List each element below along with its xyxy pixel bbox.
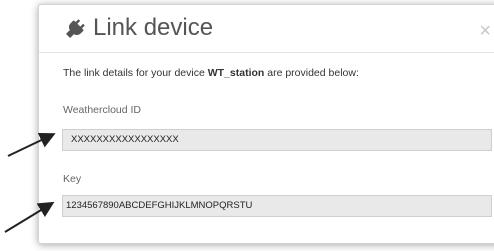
weathercloud-id-label: Weathercloud ID bbox=[63, 104, 142, 116]
dialog-title: Link device bbox=[93, 14, 214, 41]
key-label: Key bbox=[63, 173, 82, 185]
plug-icon bbox=[66, 19, 85, 38]
device-name: WT_station bbox=[207, 67, 265, 79]
intro-suffix: are provided below: bbox=[264, 67, 359, 79]
weathercloud-id-field[interactable]: XXXXXXXXXXXXXXXXX bbox=[62, 129, 492, 151]
intro-prefix: The link details for your device bbox=[63, 67, 208, 79]
close-icon[interactable]: × bbox=[479, 21, 491, 41]
screenshot-stage: Link device × The link details for your … bbox=[0, 0, 494, 251]
dialog-header: Link device × bbox=[39, 5, 494, 53]
key-field[interactable]: 1234567890ABCDEFGHIJKLMNOPQRSTU bbox=[62, 195, 492, 217]
link-device-dialog: Link device × The link details for your … bbox=[38, 4, 494, 244]
intro-text: The link details for your device WT_stat… bbox=[63, 67, 359, 79]
